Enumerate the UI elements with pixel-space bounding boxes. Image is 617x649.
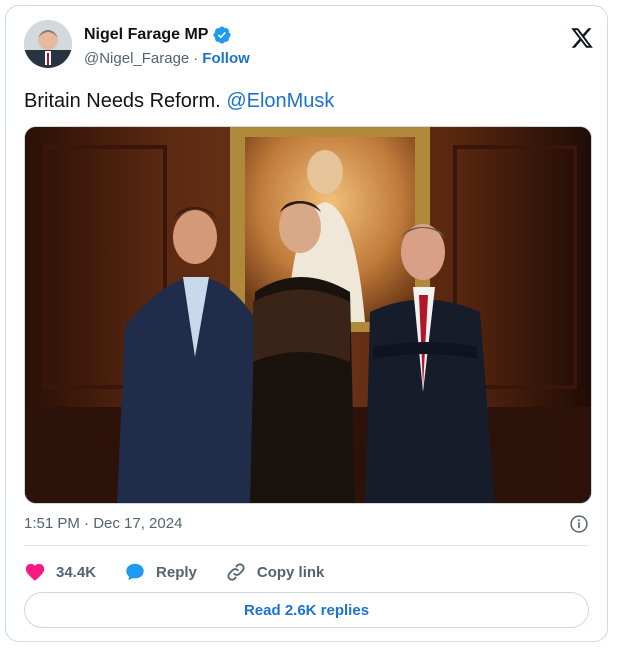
read-replies-button[interactable]: Read 2.6K replies: [24, 592, 589, 628]
follow-button[interactable]: Follow: [202, 50, 250, 67]
divider: [24, 545, 589, 546]
tweet-card: Nigel Farage MP @Nigel_Farage · Follow B…: [5, 5, 608, 642]
tweet-photo[interactable]: [24, 126, 592, 504]
handle-separator: ·: [193, 50, 199, 67]
verified-badge-icon: [213, 26, 232, 44]
info-icon[interactable]: [569, 514, 589, 534]
link-icon: [227, 563, 245, 581]
tweet-body: Britain Needs Reform.: [24, 90, 221, 112]
tweet-header: Nigel Farage MP @Nigel_Farage · Follow: [24, 18, 594, 78]
x-logo-icon[interactable]: [570, 26, 594, 50]
author-name[interactable]: Nigel Farage MP: [84, 26, 208, 44]
author-handle[interactable]: @Nigel_Farage: [84, 50, 189, 67]
copy-link-label: Copy link: [256, 563, 325, 581]
avatar[interactable]: [24, 20, 72, 68]
tweet-text: Britain Needs Reform. @ElonMusk: [24, 90, 334, 113]
reply-button[interactable]: Reply: [124, 561, 197, 583]
reply-bubble-icon: [126, 563, 144, 581]
copy-link-button[interactable]: Copy link: [225, 561, 325, 583]
reply-label: Reply: [156, 563, 197, 581]
heart-icon: [25, 563, 45, 581]
like-button[interactable]: 34.4K: [24, 561, 96, 583]
action-bar: 34.4K Reply Copy link: [24, 558, 352, 586]
like-count: 34.4K: [56, 563, 97, 581]
tweet-timestamp[interactable]: 1:51 PM · Dec 17, 2024: [24, 515, 182, 532]
photo-image: [25, 127, 591, 503]
mention-link[interactable]: @ElonMusk: [226, 90, 334, 112]
